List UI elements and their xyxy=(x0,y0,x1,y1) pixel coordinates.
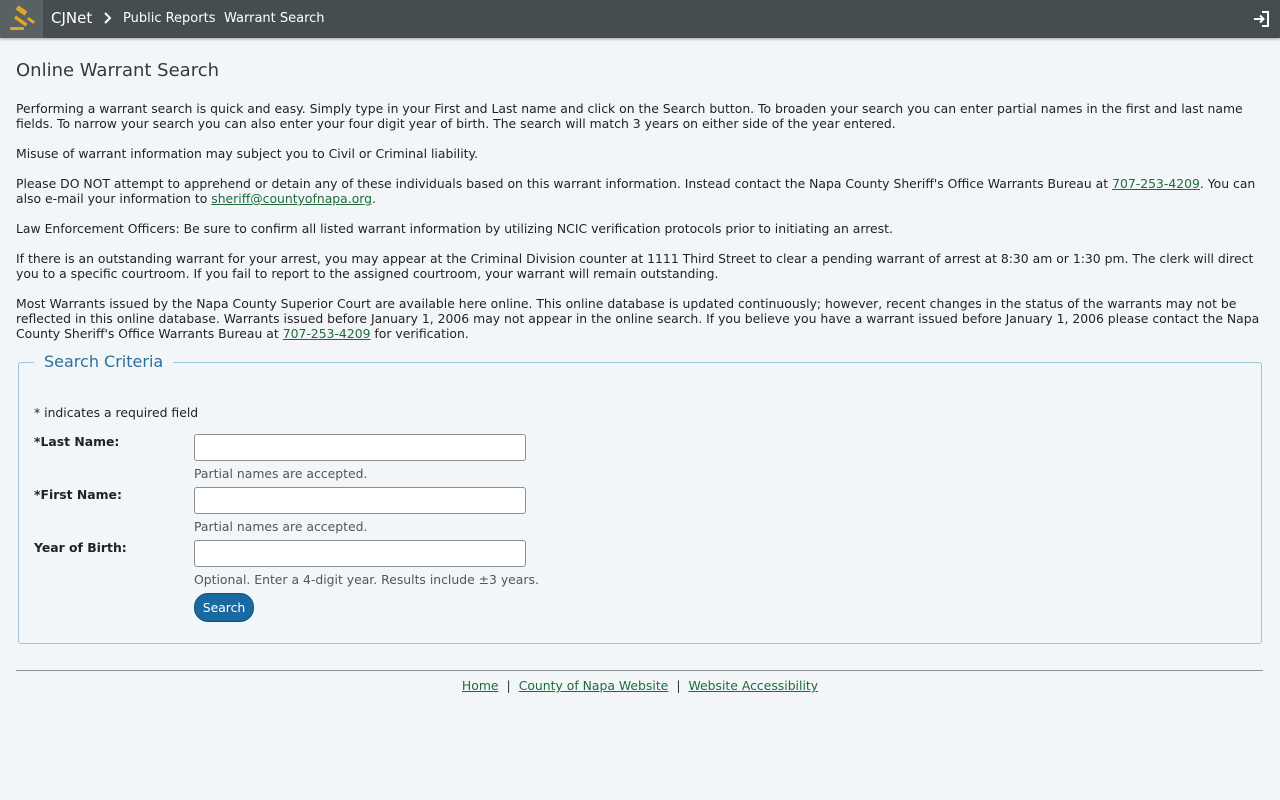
sign-in-icon[interactable] xyxy=(1252,10,1270,28)
last-name-input[interactable] xyxy=(194,434,526,461)
first-name-input[interactable] xyxy=(194,487,526,514)
paragraph-law-enforcement: Law Enforcement Officers: Be sure to con… xyxy=(16,221,893,236)
year-of-birth-input[interactable] xyxy=(194,540,526,567)
paragraph-contact: Please DO NOT attempt to apprehend or de… xyxy=(16,176,1256,206)
year-of-birth-label: Year of Birth: xyxy=(34,540,127,555)
brand-name[interactable]: CJNet xyxy=(51,9,92,27)
instructions: Performing a warrant search is quick and… xyxy=(16,101,1266,356)
first-name-hint: Partial names are accepted. xyxy=(194,519,368,534)
breadcrumb-warrant-search[interactable]: Warrant Search xyxy=(224,11,325,26)
footer-separator: | xyxy=(506,678,511,693)
breadcrumb-public-reports[interactable]: Public Reports xyxy=(123,11,215,26)
footer-link-accessibility[interactable]: Website Accessibility xyxy=(689,678,819,693)
search-criteria-legend: Search Criteria xyxy=(34,352,174,371)
first-name-label: *First Name: xyxy=(34,487,122,502)
top-navbar: CJNet Public Reports Warrant Search xyxy=(0,0,1280,38)
last-name-label: *Last Name: xyxy=(34,434,120,449)
footer-link-county-website[interactable]: County of Napa Website xyxy=(519,678,669,693)
paragraph-outstanding: If there is an outstanding warrant for y… xyxy=(16,251,1254,281)
footer-separator: | xyxy=(676,678,681,693)
search-button[interactable]: Search xyxy=(194,593,254,622)
footer-divider xyxy=(16,670,1263,671)
required-note: * indicates a required field xyxy=(34,405,199,420)
phone-link-2[interactable]: 707-253-4209 xyxy=(283,326,371,341)
footer-link-home[interactable]: Home xyxy=(462,678,499,693)
paragraph-misuse: Misuse of warrant information may subjec… xyxy=(16,146,479,161)
last-name-hint: Partial names are accepted. xyxy=(194,466,368,481)
gavel-icon xyxy=(9,5,35,30)
chevron-right-icon xyxy=(104,12,112,24)
paragraph-database: Most Warrants issued by the Napa County … xyxy=(16,296,1260,341)
phone-link[interactable]: 707-253-4209 xyxy=(1112,176,1200,191)
page-title: Online Warrant Search xyxy=(16,60,220,81)
footer: Home | County of Napa Website | Website Acce… xyxy=(0,678,1280,693)
paragraph-intro: Performing a warrant search is quick and… xyxy=(16,101,1243,131)
email-link[interactable]: sheriff@countyofnapa.org xyxy=(211,191,372,206)
year-of-birth-hint: Optional. Enter a 4-digit year. Results … xyxy=(194,572,539,587)
logo[interactable] xyxy=(0,0,43,38)
